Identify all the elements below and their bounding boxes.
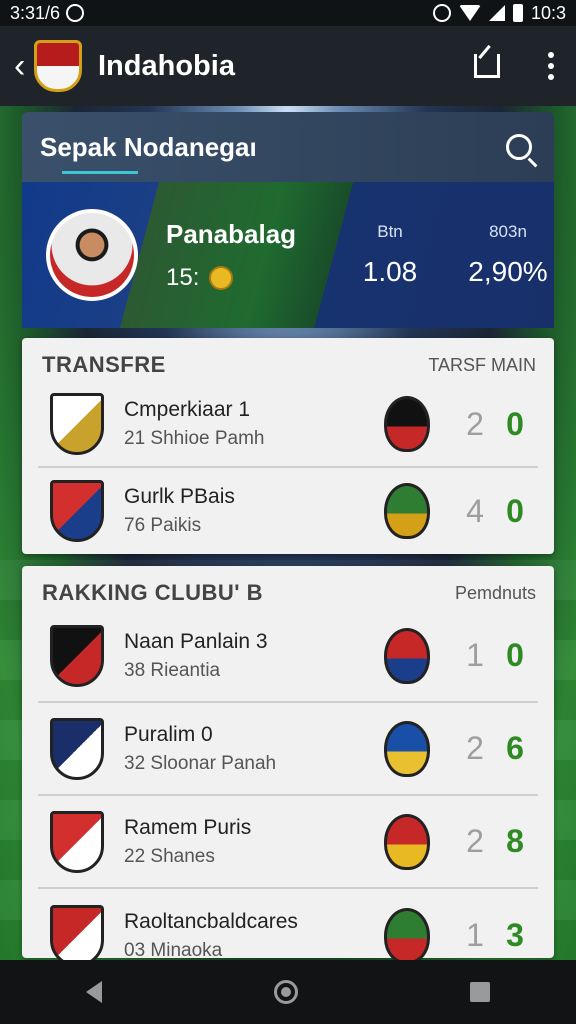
share-icon[interactable] xyxy=(474,54,500,78)
score-away: 0 xyxy=(506,405,524,442)
coin-icon xyxy=(209,265,234,290)
club-crest-icon xyxy=(50,904,104,967)
club-row-text: Gurlk PBais 76 Paikis xyxy=(124,485,384,537)
hero-stat-value: 2,90% xyxy=(468,256,548,287)
opponent-badge-icon xyxy=(384,483,430,539)
score-home: 2 xyxy=(466,823,484,859)
opponent-badge-icon xyxy=(384,813,430,870)
score-home: 1 xyxy=(466,917,484,953)
club-crest-icon xyxy=(50,480,104,542)
score-home: 2 xyxy=(466,730,484,766)
player-sub: 15: xyxy=(166,264,316,292)
notification-icon xyxy=(66,4,85,22)
player-avatar xyxy=(46,209,138,301)
transfer-title: TRANSFRE xyxy=(42,352,166,377)
opponent-badge-icon xyxy=(384,627,430,684)
transfer-card: TRANSFRE TARSF MAIN Cmperkiaar 1 21 Shhio… xyxy=(22,338,554,554)
club-row-subtitle: 38 Rieantia xyxy=(124,659,221,681)
club-row-subtitle: 21 Shhioe Pamh xyxy=(124,428,265,449)
system-nav-bar xyxy=(0,960,576,1024)
club-row-text: Ramem Puris 22 Shanes xyxy=(124,816,384,868)
status-bar: 3:31/6 10:3 xyxy=(0,0,576,26)
score-away: 0 xyxy=(506,492,524,529)
alarm-icon xyxy=(432,4,451,22)
club-crest-icon xyxy=(50,717,104,780)
club-row[interactable]: Gurlk PBais 76 Paikis 4 0 xyxy=(38,468,538,554)
opponent-badge-icon xyxy=(384,907,430,964)
club-row-subtitle: 32 Sloonar Panah xyxy=(124,752,277,774)
battery-icon xyxy=(512,4,523,22)
opponent-badge-icon xyxy=(384,396,430,452)
ranking-title: RAKKING CLUBU' B xyxy=(42,580,263,605)
club-row-subtitle: 03 Minaoka xyxy=(124,939,223,961)
back-arrow-icon[interactable]: ‹ xyxy=(14,47,32,86)
club-row-subtitle: 76 Paikis xyxy=(124,515,202,536)
score-away: 8 xyxy=(506,823,524,859)
score-home: 4 xyxy=(466,492,484,529)
opponent-badge-icon xyxy=(384,720,430,777)
search-text[interactable]: Sepak Nodanegaı xyxy=(40,132,506,163)
club-crest-icon xyxy=(50,810,104,873)
score-away: 3 xyxy=(506,917,524,953)
club-row[interactable]: Puralim 0 32 Sloonar Panah 2 6 xyxy=(38,703,538,796)
club-row-title: Gurlk PBais xyxy=(124,485,235,508)
score-home: 1 xyxy=(466,637,484,673)
player-sub-value: 15: xyxy=(166,263,200,291)
hero-stat-value: 1.08 xyxy=(362,256,418,287)
more-options-icon[interactable] xyxy=(548,52,554,80)
search-underline xyxy=(62,171,138,174)
search-icon[interactable] xyxy=(506,134,532,160)
club-row-text: Puralim 0 32 Sloonar Panah xyxy=(124,723,384,775)
club-logo xyxy=(34,40,82,92)
club-row-text: Naan Panlain 3 38 Rieantia xyxy=(124,630,384,682)
club-row[interactable]: Ramem Puris 22 Shanes 2 8 xyxy=(38,796,538,889)
signal-icon xyxy=(488,5,505,21)
hero-stat-2: 803n 2,90% xyxy=(464,222,552,288)
app-bar: ‹ Indahobia xyxy=(0,26,576,106)
ranking-card: RAKKING CLUBU' B Pemdnuts Naan Panlain 3… xyxy=(22,566,554,967)
search-bar[interactable]: Sepak Nodanegaı xyxy=(22,112,554,182)
nav-back-icon[interactable] xyxy=(86,981,102,1003)
club-row[interactable]: Cmperkiaar 1 21 Shhioe Pamh 2 0 xyxy=(38,382,538,468)
club-row-title: Puralim 0 xyxy=(124,722,213,746)
club-row-title: Raoltancbaldcares xyxy=(124,909,298,933)
hero-stat-label: Btn xyxy=(377,222,403,241)
wifi-icon xyxy=(458,5,481,21)
club-row-title: Naan Panlain 3 xyxy=(124,629,268,653)
player-name: Panabalag xyxy=(166,218,297,249)
status-time-left: 3:31/6 xyxy=(10,2,61,23)
club-row-title: Ramem Puris xyxy=(124,815,252,839)
club-row-text: Raoltancbaldcares 03 Minaoka xyxy=(124,910,384,962)
score-away: 6 xyxy=(506,730,524,766)
ranking-subtitle: Pemdnuts xyxy=(454,582,536,603)
hero-stat-1: Btn 1.08 xyxy=(346,222,434,288)
player-hero-card[interactable]: Panabalag 15: Btn 1.08 803n 2,90% xyxy=(22,182,554,328)
nav-recent-apps-icon[interactable] xyxy=(470,982,490,1002)
club-row[interactable]: Naan Panlain 3 38 Rieantia 1 0 xyxy=(38,610,538,703)
nav-home-icon[interactable] xyxy=(274,980,298,1004)
score-home: 2 xyxy=(466,405,484,442)
hero-stat-label: 803n xyxy=(489,222,527,241)
club-row-text: Cmperkiaar 1 21 Shhioe Pamh xyxy=(124,398,384,450)
club-row-title: Cmperkiaar 1 xyxy=(124,398,251,421)
player-info: Panabalag 15: xyxy=(166,219,316,292)
club-crest-icon xyxy=(50,624,104,687)
club-crest-icon xyxy=(50,393,104,455)
score-away: 0 xyxy=(506,637,524,673)
club-row-subtitle: 22 Shanes xyxy=(124,845,215,867)
status-time-right: 10:3 xyxy=(530,2,566,23)
transfer-subtitle: TARSF MAIN xyxy=(428,354,536,375)
app-title: Indahobia xyxy=(98,49,235,82)
